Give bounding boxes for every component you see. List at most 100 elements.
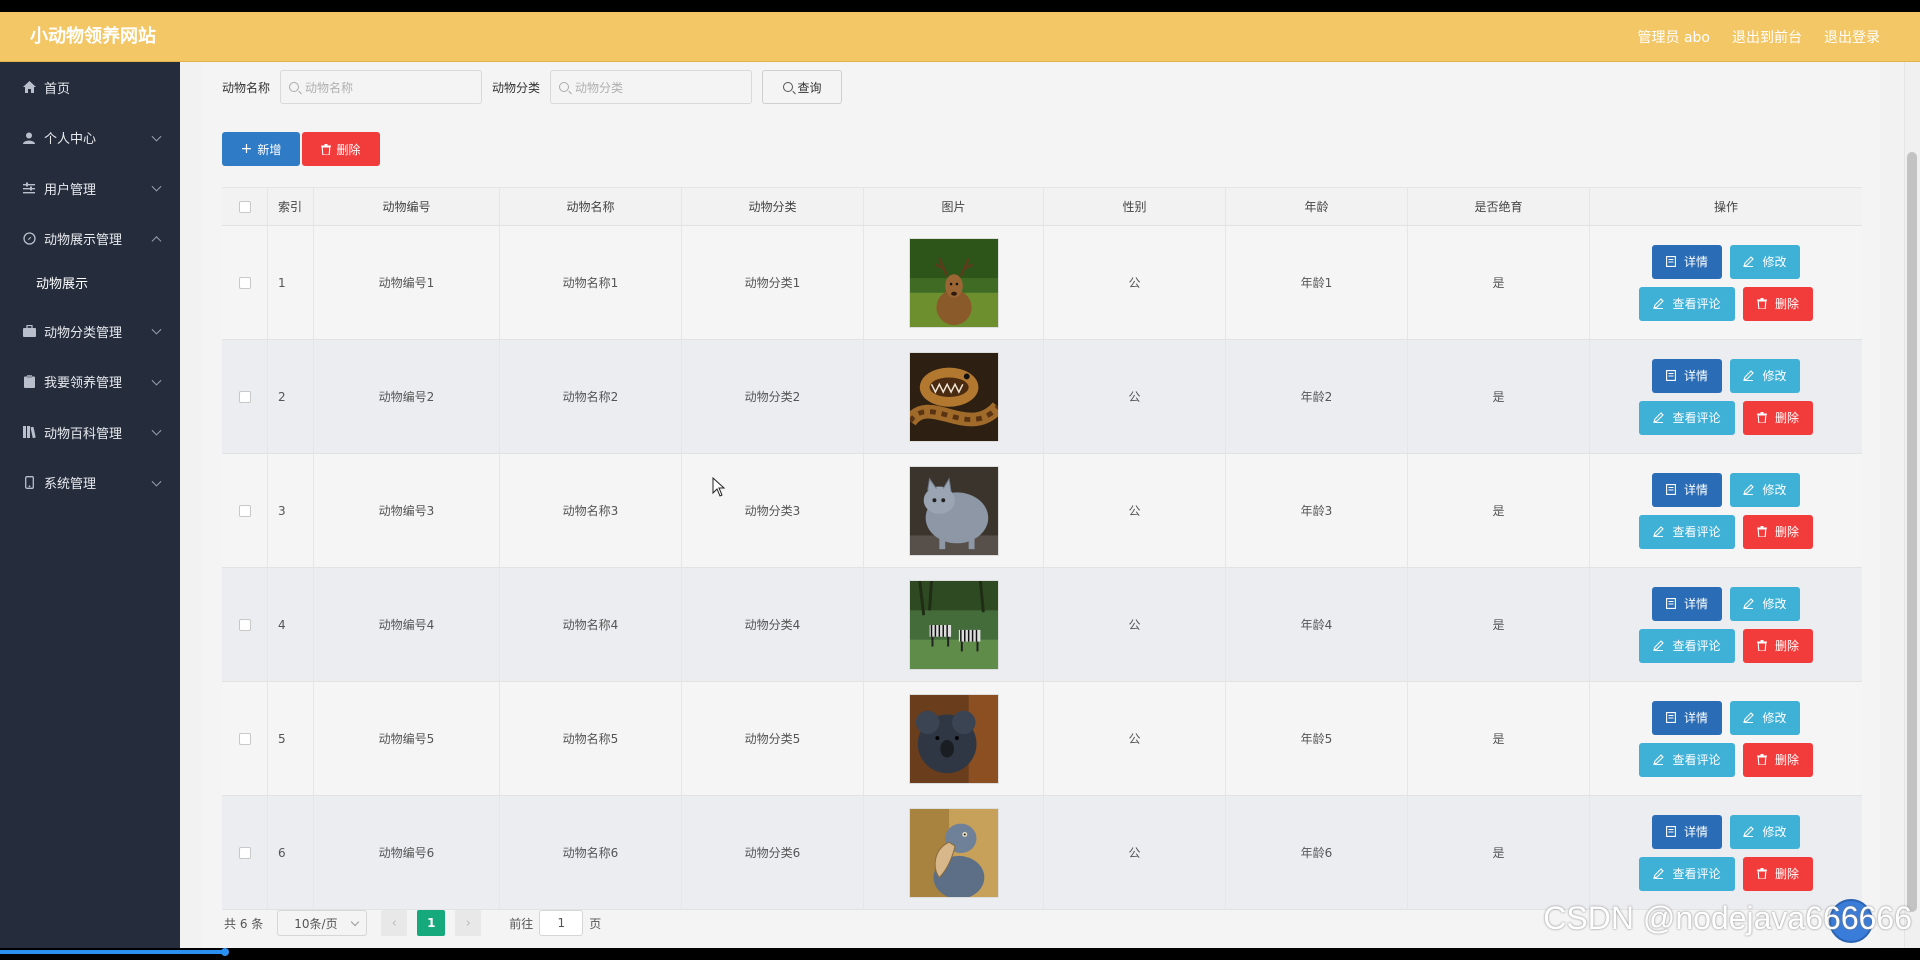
delete-button[interactable]: 删除 xyxy=(1743,628,1813,663)
edit-button[interactable]: 修改 xyxy=(1730,472,1800,507)
top-header: 小动物领养网站 管理员 abo 退出到前台 退出登录 xyxy=(0,12,1920,62)
column-header-age: 年龄 xyxy=(1226,188,1408,225)
detail-button[interactable]: 详情 xyxy=(1652,700,1722,735)
sidebar-item-label: 首页 xyxy=(44,81,71,97)
edit-button[interactable]: 修改 xyxy=(1730,700,1800,735)
row-select-cell xyxy=(222,568,268,681)
cell-animal-name: 动物名称1 xyxy=(500,226,682,339)
edit-button[interactable]: 修改 xyxy=(1730,358,1800,393)
cell-animal-category: 动物分类3 xyxy=(682,454,864,567)
view-comments-button[interactable]: 查看评论 xyxy=(1639,286,1735,321)
sidebar-subitem-animal-display[interactable]: 动物展示 xyxy=(0,264,180,306)
goto-page-input[interactable]: 1 xyxy=(539,910,584,936)
edit-icon xyxy=(1743,256,1758,267)
search-icon xyxy=(289,82,300,92)
sidebar-item-animal-category-management[interactable]: 动物分类管理 xyxy=(0,306,180,357)
animal-name-input[interactable]: 动物名称 xyxy=(280,70,483,104)
animal-photo[interactable] xyxy=(908,807,999,898)
animal-photo[interactable] xyxy=(908,579,999,670)
animal-photo[interactable] xyxy=(908,693,999,784)
delete-button[interactable]: 删除 xyxy=(1743,286,1813,321)
animal-photo[interactable] xyxy=(908,237,999,328)
sidebar-item-label: 用户管理 xyxy=(44,182,97,198)
view-comments-button[interactable]: 查看评论 xyxy=(1639,742,1735,777)
animal-name-placeholder: 动物名称 xyxy=(305,80,354,95)
view-comments-button[interactable]: 查看评论 xyxy=(1639,628,1735,663)
delete-button[interactable]: 删除 xyxy=(1743,400,1813,435)
view-comments-button[interactable]: 查看评论 xyxy=(1639,400,1735,435)
sidebar-item-animal-display-management[interactable]: 动物展示管理 xyxy=(0,214,180,265)
query-button[interactable]: 查询 xyxy=(762,70,843,104)
mouse-cursor-icon xyxy=(712,476,726,501)
table-row: 3 动物编号3 动物名称3 动物分类3 公年龄3 是 详情 修改 查看评论 删除 xyxy=(222,454,1862,568)
batch-delete-button[interactable]: 删除 xyxy=(302,132,380,166)
delete-label: 删除 xyxy=(1774,753,1799,767)
add-button[interactable]: + 新增 xyxy=(222,132,300,166)
scrollbar-thumb[interactable] xyxy=(1907,152,1917,912)
animal-category-input[interactable]: 动物分类 xyxy=(550,70,753,104)
logout-link[interactable]: 退出登录 xyxy=(1824,27,1880,47)
delete-label: 删除 xyxy=(1774,297,1799,311)
detail-button[interactable]: 详情 xyxy=(1652,814,1722,849)
delete-button[interactable]: 删除 xyxy=(1743,856,1813,891)
sidebar-item-adoption-management[interactable]: 我要领养管理 xyxy=(0,357,180,408)
view-comments-label: 查看评论 xyxy=(1672,753,1721,767)
delete-button[interactable]: 删除 xyxy=(1743,742,1813,777)
user-icon xyxy=(22,131,36,145)
select-all-checkbox[interactable] xyxy=(238,200,251,213)
edit-button[interactable]: 修改 xyxy=(1730,244,1800,279)
edit-button[interactable]: 修改 xyxy=(1730,586,1800,621)
page-size-select[interactable]: 10条/页 xyxy=(277,910,368,936)
chevron-down-icon xyxy=(151,131,162,142)
scrollbar[interactable] xyxy=(1904,62,1920,948)
document-icon xyxy=(1666,256,1680,267)
sliders-icon xyxy=(22,181,36,195)
page-number-current[interactable]: 1 xyxy=(417,910,446,936)
row-checkbox[interactable] xyxy=(238,846,251,859)
cell-animal-no: 动物编号1 xyxy=(314,226,500,339)
detail-button[interactable]: 详情 xyxy=(1652,586,1722,621)
prev-page-button[interactable]: ‹ xyxy=(381,910,408,936)
detail-button[interactable]: 详情 xyxy=(1652,358,1722,393)
trash-icon xyxy=(1756,298,1771,309)
watermark: CSDN @nodejava666666 xyxy=(1543,900,1912,936)
sidebar-item-encyclopedia-management[interactable]: 动物百科管理 xyxy=(0,407,180,458)
chevron-down-icon xyxy=(151,425,162,436)
next-page-button[interactable]: › xyxy=(455,910,482,936)
detail-button[interactable]: 详情 xyxy=(1652,472,1722,507)
column-header-index: 索引 xyxy=(268,188,314,225)
sidebar-item-label: 动物展示管理 xyxy=(44,233,123,249)
cell-age: 年龄6 xyxy=(1226,796,1408,909)
cell-animal-no: 动物编号5 xyxy=(314,682,500,795)
row-checkbox[interactable] xyxy=(238,390,251,403)
delete-button[interactable]: 删除 xyxy=(1743,514,1813,549)
site-title: 小动物领养网站 xyxy=(30,26,156,47)
cell-image xyxy=(864,454,1044,567)
edit-label: 修改 xyxy=(1762,369,1787,383)
row-checkbox[interactable] xyxy=(238,732,251,745)
animal-photo[interactable] xyxy=(908,351,999,442)
view-comments-label: 查看评论 xyxy=(1672,411,1721,425)
view-comments-button[interactable]: 查看评论 xyxy=(1639,514,1735,549)
edit-button[interactable]: 修改 xyxy=(1730,814,1800,849)
row-checkbox[interactable] xyxy=(238,276,251,289)
row-checkbox[interactable] xyxy=(238,504,251,517)
sidebar-item-personal-center[interactable]: 个人中心 xyxy=(0,113,180,164)
sidebar-item-user-management[interactable]: 用户管理 xyxy=(0,163,180,214)
sidebar-item-system-management[interactable]: 系统管理 xyxy=(0,458,180,509)
view-comments-button[interactable]: 查看评论 xyxy=(1639,856,1735,891)
cell-animal-name: 动物名称2 xyxy=(500,340,682,453)
row-checkbox[interactable] xyxy=(238,618,251,631)
detail-button[interactable]: 详情 xyxy=(1652,244,1722,279)
animal-photo[interactable] xyxy=(908,465,999,556)
action-bar: + 新增 删除 xyxy=(222,132,380,166)
chevron-down-icon xyxy=(151,375,162,386)
to-frontend-link[interactable]: 退出到前台 xyxy=(1732,27,1802,47)
animal-name-label: 动物名称 xyxy=(222,80,271,95)
compass-icon xyxy=(22,232,36,246)
cell-age: 年龄5 xyxy=(1226,682,1408,795)
cell-index: 6 xyxy=(268,796,314,909)
cell-index: 5 xyxy=(268,682,314,795)
phone-icon xyxy=(22,476,36,490)
sidebar-item-home[interactable]: 首页 xyxy=(0,62,180,113)
